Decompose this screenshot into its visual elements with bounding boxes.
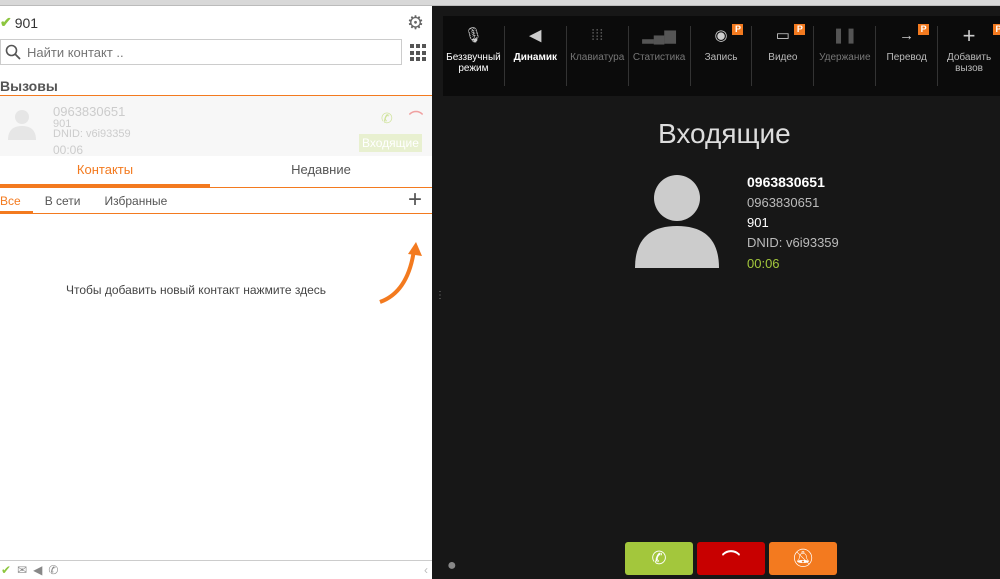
- call-item[interactable]: 0963830651 901 DNID: v6i93359 00:06 ✆ ⌒ …: [0, 95, 432, 157]
- search-icon: [5, 44, 21, 60]
- filter-online[interactable]: В сети: [45, 190, 81, 213]
- speaker-button[interactable]: ◀︎ Динамик: [505, 26, 567, 86]
- caller-number-secondary: 0963830651: [747, 195, 820, 210]
- call-panel: ⋮ 🎙︎ Беззвучный режим ◀︎ Динамик ⁞⁞⁞ Клавиа…: [432, 6, 1000, 579]
- speaker-icon: ◀︎: [529, 27, 542, 44]
- call-number: 0963830651: [53, 104, 126, 119]
- plus-icon: +: [962, 23, 976, 48]
- caller-dnid: DNID: v6i93359: [747, 235, 839, 250]
- volume-icon[interactable]: ◀: [33, 563, 42, 577]
- avatar-icon: [8, 110, 36, 140]
- chat-icon[interactable]: ●: [447, 557, 457, 575]
- calls-heading: Вызовы: [0, 78, 58, 94]
- phone-icon: ✆: [651, 548, 667, 568]
- extension-label: 901: [14, 14, 39, 31]
- keypad-icon: ⁞⁞⁞: [590, 27, 604, 44]
- status-ok-icon[interactable]: ✔: [1, 563, 11, 577]
- filter-all[interactable]: Все: [0, 190, 33, 213]
- video-button[interactable]: P ▭ Видео: [752, 24, 815, 86]
- search-field[interactable]: [0, 39, 402, 65]
- add-call-label: Добавить вызов: [946, 52, 992, 74]
- hold-label: Удержание: [819, 52, 871, 63]
- add-contact-button[interactable]: +: [408, 186, 422, 214]
- bell-off-icon: 🔕︎: [791, 548, 815, 568]
- call-state-title: Входящие: [658, 118, 791, 149]
- gear-icon[interactable]: ⚙: [407, 12, 424, 35]
- incoming-badge: Входящие: [359, 134, 422, 152]
- dialpad-icon[interactable]: [410, 44, 428, 62]
- resize-handle[interactable]: ⋮: [435, 290, 445, 301]
- empty-hint[interactable]: Чтобы добавить новый контакт нажмите зде…: [66, 283, 326, 297]
- left-panel: ✔ 901 ⚙ Вызовы 0963830651 901 DNID: v6i9…: [0, 6, 432, 579]
- tab-contacts[interactable]: Контакты: [0, 156, 210, 187]
- add-call-button[interactable]: P + Добавить вызов: [938, 23, 1000, 86]
- answer-button[interactable]: ✆: [625, 542, 693, 575]
- answer-icon[interactable]: ✆: [381, 110, 393, 127]
- record-label: Запись: [704, 52, 738, 63]
- tab-recent[interactable]: Недавние: [210, 156, 432, 187]
- call-duration: 00:06: [747, 256, 780, 271]
- arrow-hint-icon: [379, 242, 422, 304]
- caller-number: 0963830651: [747, 174, 825, 190]
- filter-favorites[interactable]: Избранные: [105, 190, 168, 213]
- keypad-button[interactable]: ⁞⁞⁞ Клавиатура: [567, 26, 629, 86]
- video-label: Видео: [768, 52, 798, 63]
- mic-off-icon: 🎙︎: [463, 27, 483, 44]
- premium-badge: P: [794, 24, 806, 35]
- pause-icon: ❚❚: [832, 27, 858, 44]
- status-indicator[interactable]: ✔ 901: [0, 14, 38, 31]
- call-dnid: DNID: v6i93359: [53, 128, 131, 140]
- transfer-label: Перевод: [886, 52, 927, 63]
- keypad-label: Клавиатура: [570, 52, 625, 63]
- phone-icon[interactable]: ✆: [48, 563, 58, 577]
- caller-ext: 901: [747, 215, 769, 230]
- premium-badge: P: [993, 24, 1000, 35]
- avatar-icon: [635, 175, 719, 268]
- stats-icon: ▂▄▆: [642, 27, 676, 44]
- call-toolbar: 🎙︎ Беззвучный режим ◀︎ Динамик ⁞⁞⁞ Клавиату…: [443, 16, 1000, 96]
- premium-badge: P: [918, 24, 930, 35]
- call-actions: ✆ ⌒ 🔕︎: [625, 542, 837, 575]
- hold-button[interactable]: ❚❚ Удержание: [814, 26, 877, 86]
- mute-button[interactable]: 🎙︎ Беззвучный режим: [443, 26, 505, 86]
- record-button[interactable]: P ◉ Запись: [691, 24, 753, 86]
- contact-tabs: Контакты Недавние: [0, 156, 432, 188]
- call-duration: 00:06: [53, 143, 84, 157]
- contact-filters: Все В сети Избранные: [0, 190, 432, 214]
- search-input[interactable]: [27, 44, 387, 60]
- mail-icon[interactable]: ✉: [17, 563, 27, 577]
- mute-label: Беззвучный режим: [446, 52, 501, 74]
- silence-ringer-button[interactable]: 🔕︎: [769, 542, 837, 575]
- hangup-button[interactable]: ⌒: [697, 542, 765, 575]
- speaker-label: Динамик: [513, 52, 558, 63]
- collapse-icon[interactable]: ‹: [424, 563, 428, 577]
- transfer-button[interactable]: P → Перевод: [876, 24, 939, 86]
- premium-badge: P: [732, 24, 744, 35]
- hangup-icon[interactable]: ⌒: [409, 108, 423, 128]
- hangup-icon: ⌒: [722, 549, 740, 570]
- stats-button[interactable]: ▂▄▆ Статистика: [629, 26, 691, 86]
- check-icon: ✔: [0, 14, 12, 30]
- stats-label: Статистика: [632, 52, 686, 63]
- bottom-bar: ✔ ✉ ◀ ✆ ‹: [0, 560, 432, 579]
